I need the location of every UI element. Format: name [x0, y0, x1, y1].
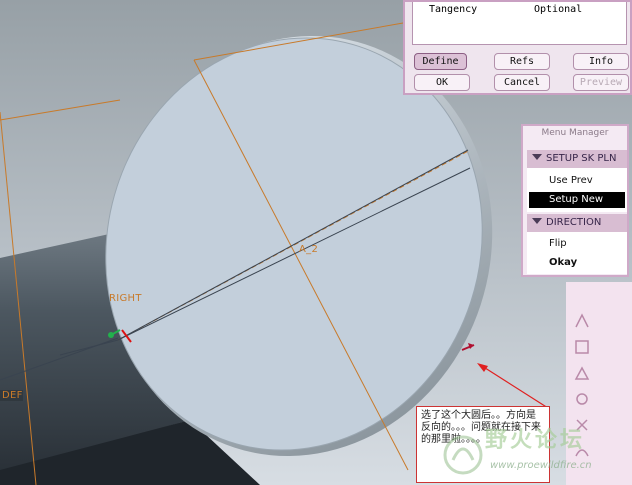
datum-plane-def-label[interactable]: DEF [0, 390, 23, 401]
setup-sk-pln-header-label: SETUP SK PLN [546, 153, 617, 164]
preview-button: Preview [573, 74, 629, 91]
watermark-url: www.proewildfire.cn [490, 460, 592, 471]
ok-button[interactable]: OK [414, 74, 470, 91]
plane-tool-icon[interactable] [573, 338, 591, 356]
point-tool-icon[interactable] [573, 390, 591, 408]
sketch-tool-icon[interactable] [573, 312, 591, 330]
setup-sk-pln-header[interactable]: SETUP SK PLN [527, 150, 627, 168]
watermark-title: 野火论坛 [485, 428, 586, 453]
setup-new-item[interactable]: Setup New [529, 192, 625, 208]
okay-item[interactable]: Okay [529, 255, 625, 271]
cancel-button[interactable]: Cancel [494, 74, 550, 91]
collapse-triangle-icon [532, 218, 542, 224]
menu-manager-title: Menu Manager [541, 128, 609, 138]
element-info-cell[interactable]: Optional [534, 4, 582, 15]
info-button[interactable]: Info [573, 53, 629, 70]
axis-tool-icon[interactable] [573, 364, 591, 382]
setup-sk-pln-menu: Use Prev Setup New [527, 168, 627, 212]
element-table[interactable]: Tangency Optional [412, 2, 627, 45]
collapse-triangle-icon [532, 154, 542, 160]
datum-axis-label[interactable]: A_2 [299, 244, 318, 255]
element-name-cell[interactable]: Tangency [429, 4, 477, 15]
direction-header[interactable]: DIRECTION [527, 214, 627, 232]
direction-header-label: DIRECTION [546, 217, 602, 228]
menu-manager: Menu Manager SETUP SK PLN Use Prev Setup… [521, 124, 629, 277]
flip-item[interactable]: Flip [529, 236, 625, 252]
direction-menu: Flip Okay [527, 232, 627, 274]
use-prev-item[interactable]: Use Prev [529, 173, 625, 189]
define-button[interactable]: Define [414, 53, 467, 70]
refs-button[interactable]: Refs [494, 53, 550, 70]
datum-plane-right-label[interactable]: RIGHT [109, 293, 142, 304]
feature-definition-dialog: Tangency Optional Define Refs Info OK Ca… [403, 0, 632, 95]
